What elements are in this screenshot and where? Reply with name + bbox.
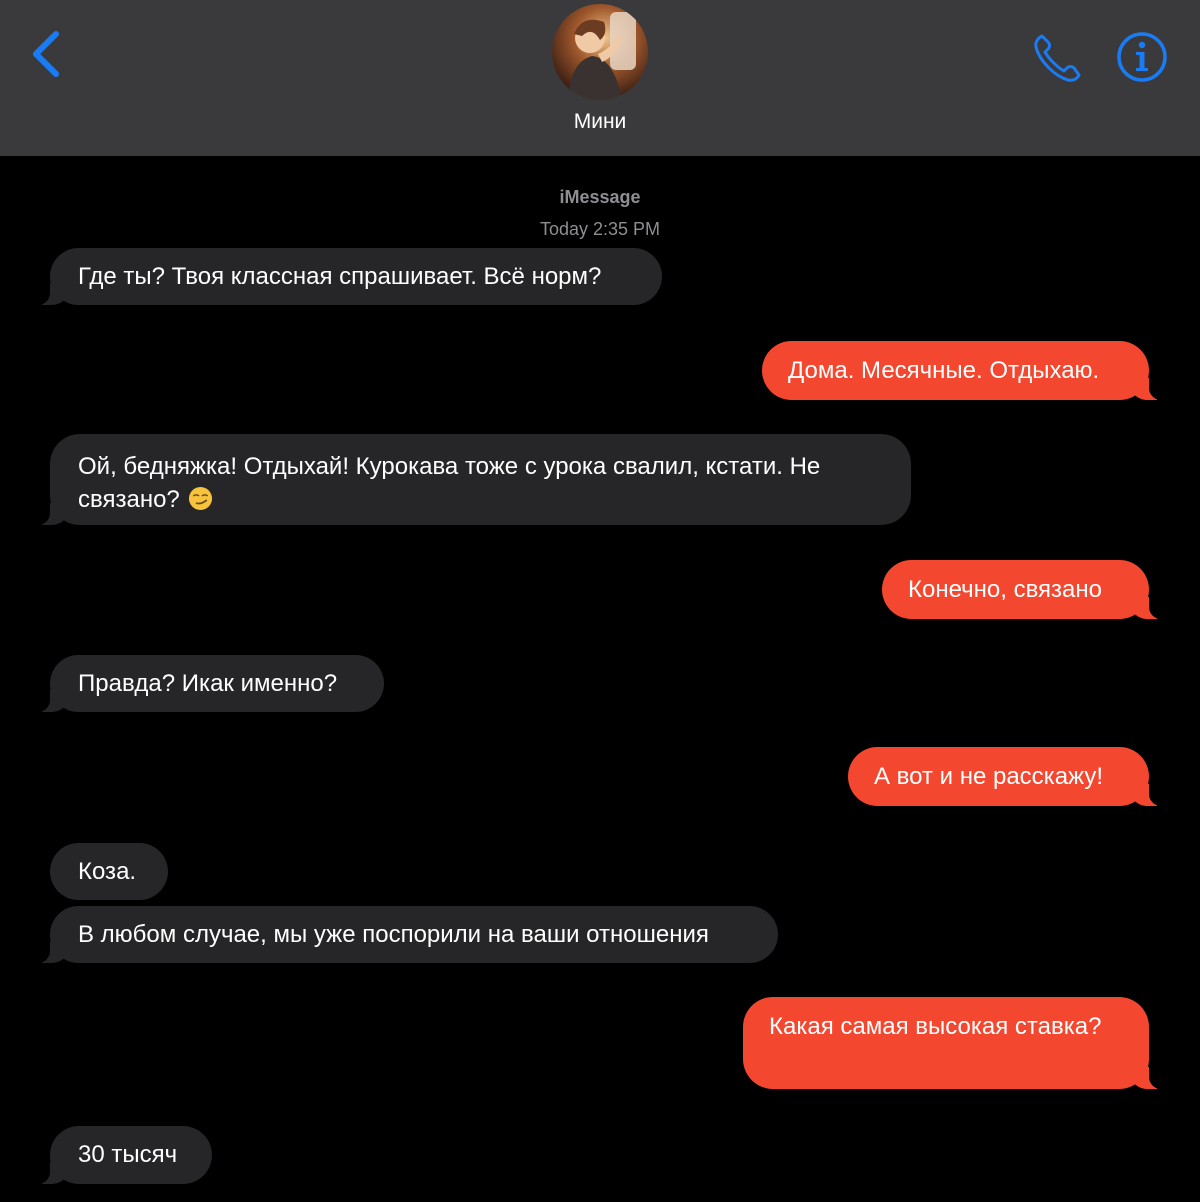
message-text: Ой, бедняжка! Отдыхай! Курокава тоже с у… — [78, 453, 821, 480]
back-button[interactable] — [26, 28, 70, 80]
info-icon — [1117, 32, 1167, 82]
info-button[interactable] — [1116, 31, 1168, 83]
message-bubble-outgoing[interactable]: А вот и не расскажу! — [848, 747, 1169, 806]
message-bubble-incoming[interactable]: В любом случае, мы уже поспорили на ваши… — [30, 906, 778, 963]
message-text: Конечно, связано — [908, 576, 1103, 603]
message-bubble-incoming[interactable]: Коза. — [50, 843, 168, 900]
message-text-line2: связано? — [78, 483, 883, 516]
message-text-continuation: связано? — [78, 486, 180, 513]
message-text: Правда? Икак именно? — [78, 670, 338, 697]
message-bubble-incoming[interactable]: Правда? Икак именно? — [30, 655, 384, 712]
message-bubble-outgoing[interactable]: Какая самая высокая ставка? — [743, 997, 1169, 1089]
message-bubble-incoming[interactable]: Где ты? Твоя классная спрашивает. Всё но… — [30, 248, 662, 305]
message-bubble-incoming[interactable]: Ой, бедняжка! Отдыхай! Курокава тоже с у… — [30, 434, 911, 525]
avatar-image — [552, 4, 648, 100]
message-timestamp: Today 2:35 PM — [539, 219, 661, 239]
message-text: 30 тысяч — [78, 1141, 178, 1168]
chevron-left-icon — [33, 31, 59, 77]
call-button[interactable] — [1030, 30, 1086, 86]
smirking-face-emoji — [189, 486, 213, 511]
contact-avatar[interactable] — [552, 4, 648, 100]
message-text: Какая самая высокая ставка? — [769, 1013, 1102, 1040]
contact-name[interactable]: Мини — [450, 110, 750, 134]
message-text: Где ты? Твоя классная спрашивает. Всё но… — [78, 263, 602, 290]
message-bubble-outgoing[interactable]: Дома. Месячные. Отдыхаю. — [762, 341, 1169, 400]
message-bubble-outgoing[interactable]: Конечно, связано — [882, 560, 1169, 619]
messages-screen: Мини iMessage Today 2:35 PM Где ты? Твоя… — [0, 0, 1200, 1202]
service-label: iMessage — [559, 187, 641, 207]
message-bubble-incoming[interactable]: 30 тысяч — [30, 1126, 212, 1184]
phone-icon — [1034, 34, 1081, 82]
conversation-header: Мини — [0, 0, 1200, 156]
message-text: Коза. — [78, 858, 137, 885]
message-text: А вот и не расскажу! — [874, 763, 1104, 790]
message-text: В любом случае, мы уже поспорили на ваши… — [78, 921, 709, 948]
message-text: Дома. Месячные. Отдыхаю. — [788, 357, 1100, 384]
